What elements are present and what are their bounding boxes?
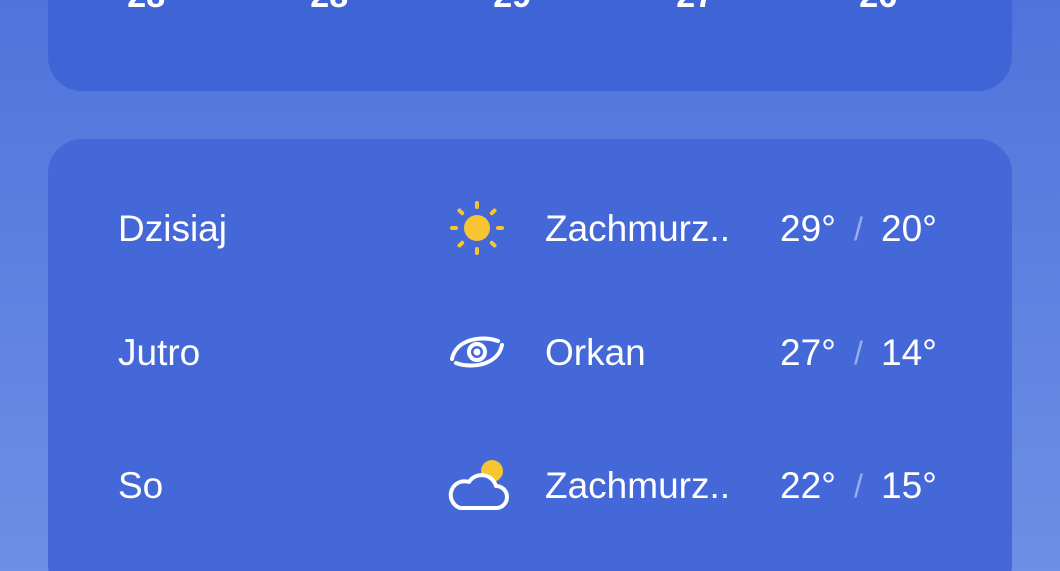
condition-label: Zachmurz.. [545,208,731,249]
hourly-temp: 26° [825,0,945,16]
hourly-temps-row: 28° 28° 29° 27° 26° [48,0,1012,91]
hourly-temp: 28° [93,0,213,16]
low-temp: 20° [881,208,937,249]
temp-separator: / [854,211,863,247]
temp-separator: / [854,335,863,371]
hourly-forecast-card: 28° 28° 29° 27° 26° [48,0,1012,91]
high-temp: 29° [780,208,836,249]
condition-label: Orkan [545,332,646,373]
day-name: Jutro [118,332,201,373]
daily-forecast-row[interactable]: Dzisiaj Zachmurz.. 29° / 20° [48,199,1012,259]
hourly-temp: 28° [276,0,396,16]
temp-separator: / [854,468,863,504]
daily-forecast-card: Dzisiaj Zachmurz.. 29° / 20° Jutro Orkan… [48,139,1012,571]
daily-forecast-row[interactable]: Jutro Orkan 27° / 14° [48,323,1012,383]
low-temp: 15° [881,465,937,506]
hourly-temp: 29° [459,0,579,16]
hourly-temp: 27° [642,0,762,16]
day-name: Dzisiaj [118,208,227,249]
condition-label: Zachmurz.. [545,465,731,506]
day-name: So [118,465,164,506]
high-temp: 27° [780,332,836,373]
hurricane-icon [442,323,514,383]
daily-forecast-row[interactable]: So Zachmurz.. 22° / 15° [48,456,1012,516]
partly-cloudy-icon [442,456,514,516]
low-temp: 14° [881,332,937,373]
high-temp: 22° [780,465,836,506]
sun-icon [442,199,514,259]
